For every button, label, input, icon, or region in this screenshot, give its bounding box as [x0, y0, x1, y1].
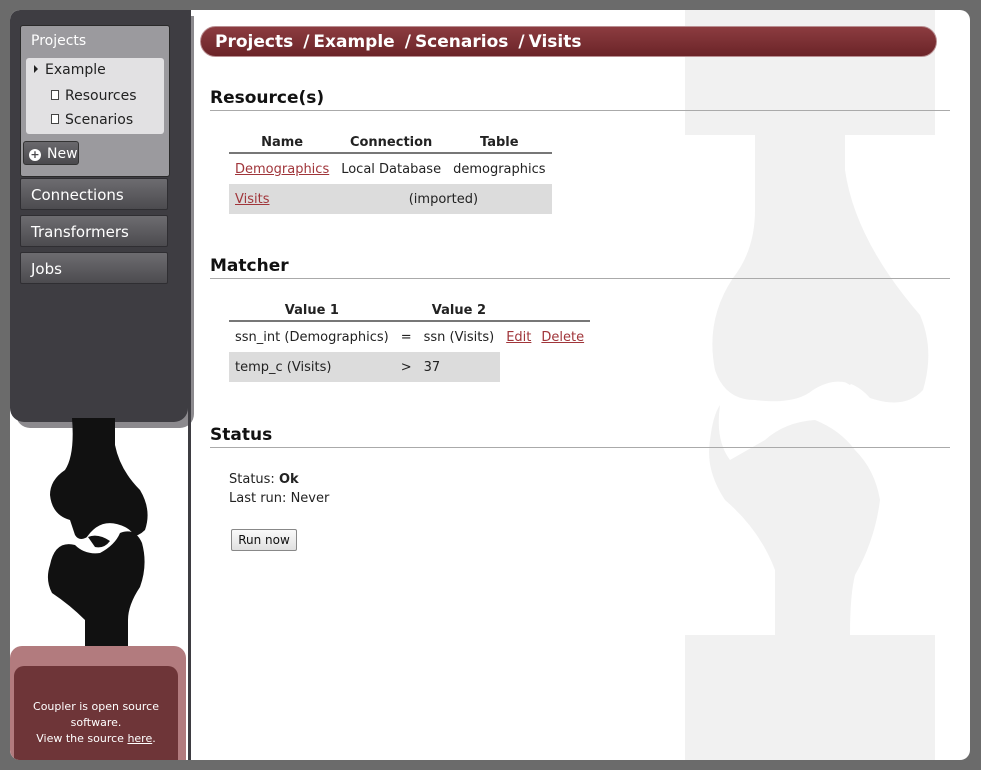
background-joint-watermark [685, 10, 935, 760]
status-label: Status: [229, 472, 275, 487]
last-run-label: Last run: [229, 491, 287, 506]
footer-text-suffix: . [152, 732, 156, 745]
new-project-button[interactable]: + New [23, 141, 79, 165]
matcher-heading: Matcher [210, 256, 289, 276]
page-icon [51, 114, 59, 124]
resources-heading: Resource(s) [210, 88, 325, 108]
nav-jobs[interactable]: Jobs [20, 252, 168, 284]
table-header-row: Name Connection Table [229, 132, 552, 154]
column-header-spacer [500, 300, 591, 322]
table-cell: 37 [417, 352, 501, 382]
plus-circle-icon: + [29, 148, 41, 161]
content-divider [188, 10, 191, 760]
status-info: Status: Ok Last run: Never [229, 470, 329, 508]
table-row: temp_c (Visits) > 37 [229, 352, 590, 382]
footer-line: View the source here. [14, 731, 178, 747]
run-now-button[interactable]: Run now [231, 529, 297, 551]
table-cell: demographics [453, 161, 546, 177]
table-header-row: Value 1 Value 2 [229, 300, 591, 322]
tree-item-scenarios[interactable]: Scenarios [51, 112, 133, 128]
last-run-line: Last run: Never [229, 489, 329, 508]
section-divider [210, 447, 950, 448]
footer-line: Coupler is open source [33, 700, 159, 713]
column-header: Table [447, 132, 552, 154]
section-divider [210, 110, 950, 111]
resources-table: Name Connection Table Demographics Local… [229, 132, 552, 214]
breadcrumb-separator: / [404, 32, 411, 52]
table-cell: > [394, 352, 418, 382]
footer-text: Coupler is open source software. View th… [14, 666, 178, 760]
column-header: Connection [335, 132, 448, 154]
resource-link-visits[interactable]: Visits [235, 192, 269, 207]
table-cell [535, 352, 590, 382]
column-header-spacer [394, 300, 418, 322]
nav-transformers[interactable]: Transformers [20, 215, 168, 247]
tree-item-label: Example [45, 62, 106, 78]
table-cell: Edit [500, 321, 535, 352]
joint-logo [47, 418, 148, 663]
table-row: Demographics Local Database demographics [229, 153, 552, 184]
edit-link[interactable]: Edit [506, 330, 531, 345]
status-heading: Status [210, 425, 273, 445]
table-cell [500, 352, 535, 382]
breadcrumb-visits: Visits [528, 32, 582, 52]
table-row: ssn_int (Demographics) = ssn (Visits) Ed… [229, 321, 590, 352]
new-button-label: New [47, 146, 78, 162]
matcher-table: Value 1 Value 2 ssn_int (Demographics) =… [229, 300, 591, 382]
expand-triangle-icon[interactable] [34, 65, 38, 73]
breadcrumb-projects[interactable]: Projects [215, 32, 293, 52]
nav-panel: Projects Example Resources Scenarios + Ne… [10, 10, 188, 422]
tree-item-label: Resources [65, 88, 137, 104]
projects-box: Projects Example Resources Scenarios + Ne… [20, 25, 170, 177]
breadcrumb-example[interactable]: Example [313, 32, 394, 52]
table-cell: (imported) [335, 184, 552, 214]
breadcrumb-scenarios[interactable]: Scenarios [415, 32, 508, 52]
table-cell: ssn (Visits) [423, 329, 495, 345]
section-divider [210, 278, 950, 279]
resource-link-demographics[interactable]: Demographics [235, 162, 329, 177]
nav-connections[interactable]: Connections [20, 178, 168, 210]
footer-line: software. [70, 716, 122, 729]
column-header: Value 2 [417, 300, 501, 322]
table-cell: Demographics [229, 153, 335, 184]
table-cell: Visits [229, 184, 336, 214]
table-cell: temp_c (Visits) [229, 352, 395, 382]
page-frame: Projects Example Resources Scenarios + Ne… [10, 10, 970, 760]
tree-item-resources[interactable]: Resources [51, 88, 137, 104]
table-cell: ssn_int (Demographics) [235, 329, 389, 345]
tree-item-example[interactable]: Example [34, 62, 106, 78]
footer-box: Coupler is open source software. View th… [10, 646, 186, 760]
column-header: Value 1 [229, 300, 395, 322]
table-cell: Delete [535, 321, 590, 352]
projects-title[interactable]: Projects [31, 33, 86, 49]
breadcrumb: Projects / Example / Scenarios / Visits [200, 26, 937, 57]
tree-item-label: Scenarios [65, 112, 134, 128]
last-run-value: Never [290, 491, 330, 506]
table-row: Visits (imported) [229, 184, 552, 214]
breadcrumb-separator: / [303, 32, 310, 52]
table-cell: = [400, 329, 412, 345]
footer-text-prefix: View the source [36, 732, 128, 745]
status-value: Ok [278, 472, 299, 487]
column-header: Name [229, 132, 336, 154]
breadcrumb-separator: / [518, 32, 525, 52]
delete-link[interactable]: Delete [541, 330, 584, 345]
status-line: Status: Ok [229, 470, 329, 489]
project-tree: Example Resources Scenarios [26, 58, 164, 134]
source-link[interactable]: here [127, 732, 152, 745]
table-cell: Local Database [341, 161, 442, 177]
page-icon [51, 90, 59, 100]
